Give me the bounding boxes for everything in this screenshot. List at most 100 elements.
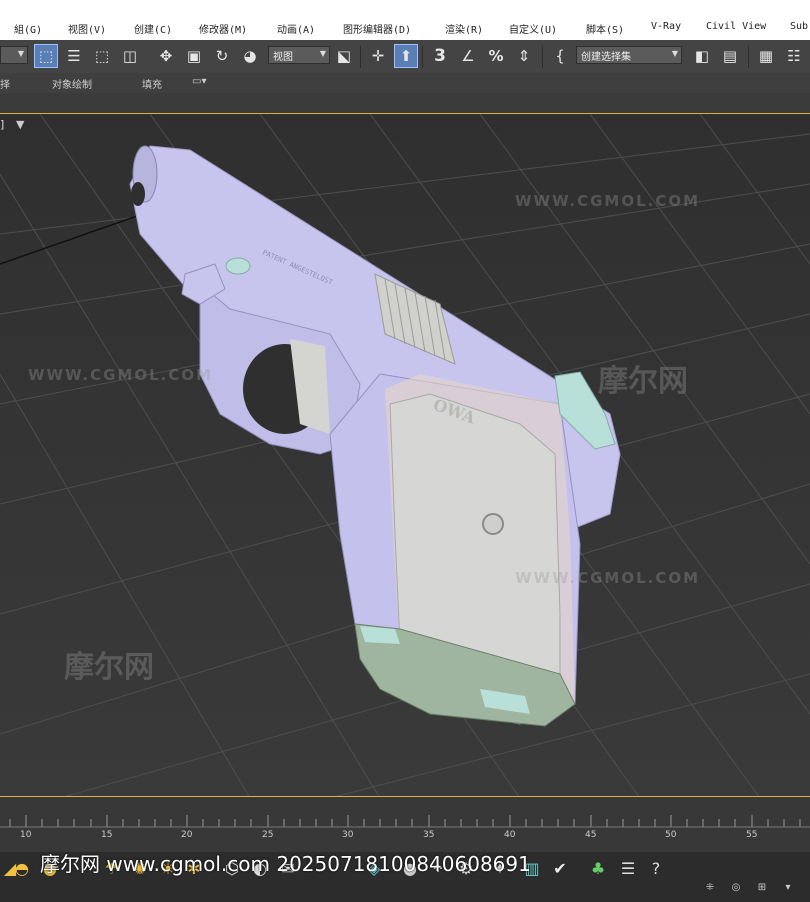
rectangular-selection-button[interactable]: ⬚ [90, 44, 114, 68]
rotate-icon: ↻ [215, 47, 229, 65]
angle-snap-icon: ∠ [461, 47, 475, 65]
chevron-down-icon: ▼ [319, 49, 326, 58]
tree-icon[interactable]: ♣ [588, 859, 608, 879]
menu-animation[interactable]: 动画(A) [277, 21, 315, 36]
layers-icon: ☷ [787, 47, 801, 65]
pivot-icon: ⬕ [336, 47, 352, 65]
tick-label: 45 [585, 830, 597, 840]
pivot-center-button[interactable]: ⬕ [332, 44, 356, 68]
menu-bar: 組(G) 视图(V) 创建(C) 修改器(M) 动画(A) 图形编辑器(D) 渲… [0, 0, 810, 40]
chevron-down-icon: ▼ [17, 49, 24, 58]
scene-explorer-button[interactable]: ▦ [754, 44, 778, 68]
perspective-viewport[interactable]: ] ▼ PATENT ANGESTELOST OWA WWW.CGMOL.COM… [0, 113, 810, 797]
mirror-icon: ◧ [694, 47, 710, 65]
log-list-icon[interactable]: ☰ [618, 859, 638, 879]
nav-pan-icon[interactable]: ⁜ [700, 882, 720, 902]
place-button[interactable]: ◕ [238, 44, 262, 68]
nav-zoom-icon[interactable]: ⊞ [752, 882, 772, 902]
tick-label: 50 [665, 830, 677, 840]
menu-substance[interactable]: Sub [790, 21, 808, 32]
menu-create[interactable]: 创建(C) [134, 21, 172, 36]
grip-screw [482, 513, 504, 535]
keyboard-shortcut-override-button[interactable]: ⬆ [394, 44, 418, 68]
tick-label: 20 [181, 830, 193, 840]
menu-graph-editors[interactable]: 图形编辑器(D) [343, 21, 411, 36]
tick-label: 55 [746, 830, 758, 840]
align-icon: ▤ [722, 47, 738, 65]
watermark-overlay-text: 摩尔网 www.cgmol.com 2025071810084060869​1 [40, 852, 531, 876]
time-slider-track[interactable]: 10 15 20 25 30 35 40 45 50 55 [0, 797, 810, 852]
tick-label: 40 [504, 830, 516, 840]
vray-logo-icon[interactable]: ✔ [550, 859, 570, 879]
select-arrow-icon: ⬚ [38, 47, 54, 65]
table-icon: ▦ [758, 47, 774, 65]
toolbar-separator [542, 46, 543, 68]
dashed-rect-icon: ⬚ [94, 47, 110, 65]
ribbon-options-button[interactable]: ▭▾ [192, 76, 206, 87]
tick-label: 30 [342, 830, 354, 840]
crossing-icon: ◫ [122, 47, 138, 65]
menu-rendering[interactable]: 渲染(R) [445, 21, 483, 36]
chevron-down-icon: ▼ [671, 49, 678, 58]
menu-items: 組(G) 视图(V) 创建(C) 修改器(M) 动画(A) 图形编辑器(D) 渲… [0, 21, 810, 39]
ribbon-tabs: 择 对象绘制 填充 ▭▾ [0, 73, 810, 93]
align-button[interactable]: ▤ [718, 44, 742, 68]
crosshair-icon: ✛ [371, 47, 385, 65]
rotate-button[interactable]: ↻ [210, 44, 234, 68]
keyboard-arrow-icon: ⬆ [399, 47, 413, 65]
ribbon-tab-selection[interactable]: 择 [0, 76, 10, 91]
reference-coordinate-dropdown[interactable]: 视图 ▼ [268, 46, 330, 64]
menu-view[interactable]: 视图(V) [68, 21, 106, 36]
toolbar-separator [422, 46, 423, 68]
viewport-header-strip [0, 93, 810, 113]
selection-set-value: 创建选择集 [581, 52, 631, 63]
tick-label: 25 [262, 830, 274, 840]
help-icon[interactable]: ? [646, 859, 666, 879]
mirror-button[interactable]: ◧ [690, 44, 714, 68]
main-toolbar: ▼ ⬚ ☰ ⬚ ◫ ✥ ▣ ↻ ◕ 视图 ▼ ⬕ ✛ ⬆ 3 ∠ % ⇕ { 创建… [0, 40, 810, 74]
viewport-scene: PATENT ANGESTELOST OWA [0, 114, 810, 796]
list-icon: ☰ [67, 47, 81, 65]
ribbon-tab-object-paint[interactable]: 对象绘制 [52, 76, 92, 91]
move-icon: ✥ [159, 47, 173, 65]
watermark-url: WWW.CGMOL.COM [28, 366, 214, 384]
select-object-button[interactable]: ⬚ [34, 44, 58, 68]
braces-icon: { [555, 47, 565, 65]
menu-customize[interactable]: 自定义(U) [509, 21, 557, 36]
nav-orbit-icon[interactable]: ◎ [726, 882, 746, 902]
selection-filter-dropdown[interactable]: ▼ [0, 46, 28, 64]
layer-explorer-button[interactable]: ☷ [782, 44, 806, 68]
watermark-logo: 摩尔网 [64, 650, 154, 685]
select-manipulate-button[interactable]: ✛ [366, 44, 390, 68]
spinner-snap-button[interactable]: ⇕ [512, 44, 536, 68]
tick-label: 10 [20, 830, 32, 840]
edit-named-selection-button[interactable]: { [548, 44, 572, 68]
timeline-ticks [0, 815, 810, 828]
percent-snap-button[interactable]: % [484, 44, 508, 68]
nav-more-icon[interactable]: ▾ [778, 882, 798, 902]
muzzle-bore [131, 182, 145, 206]
place-icon: ◕ [243, 47, 257, 65]
move-button[interactable]: ✥ [154, 44, 178, 68]
named-selection-dropdown[interactable]: 创建选择集 ▼ [576, 46, 682, 64]
scale-icon: ▣ [186, 47, 202, 65]
snaps-toggle-button[interactable]: 3 [428, 44, 452, 68]
sky-dome-icon[interactable]: ◓ [12, 859, 32, 879]
menu-vray[interactable]: V-Ray [651, 21, 681, 32]
angle-snap-button[interactable]: ∠ [456, 44, 480, 68]
window-crossing-button[interactable]: ◫ [118, 44, 142, 68]
scale-button[interactable]: ▣ [182, 44, 206, 68]
menu-modifiers[interactable]: 修改器(M) [199, 21, 247, 36]
tick-label: 15 [101, 830, 113, 840]
ribbon-tab-populate[interactable]: 填充 [142, 76, 162, 91]
watermark-logo: 摩尔网 [598, 364, 688, 399]
percent-icon: % [488, 47, 504, 65]
menu-group[interactable]: 組(G) [14, 21, 42, 36]
select-by-name-button[interactable]: ☰ [62, 44, 86, 68]
view-dropdown-value: 视图 [273, 52, 293, 63]
toolbar-separator [748, 46, 749, 68]
menu-civil-view[interactable]: Civil View [706, 21, 766, 32]
menu-scripting[interactable]: 脚本(S) [586, 21, 624, 36]
pistol-model[interactable]: PATENT ANGESTELOST OWA [129, 145, 621, 727]
snap-icon: 3 [434, 46, 446, 66]
